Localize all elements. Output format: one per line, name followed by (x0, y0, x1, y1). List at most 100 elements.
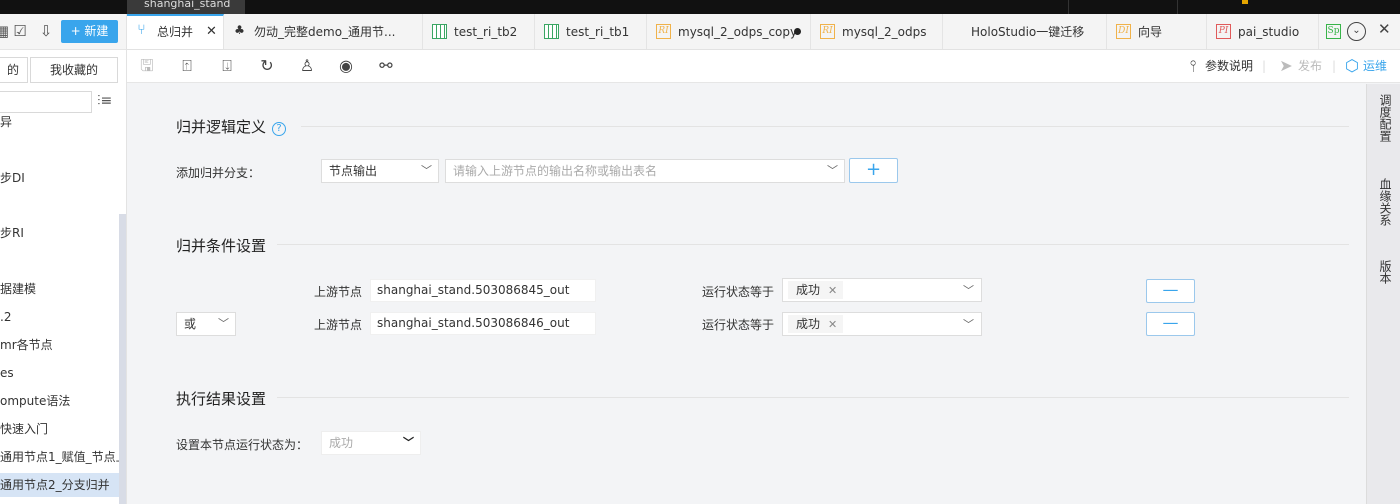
table-icon (544, 24, 559, 39)
chevron-down-icon: ﹀ (218, 317, 229, 330)
tab-favorites[interactable]: 我收藏的 (30, 57, 118, 83)
toolbar-divider: | (1332, 59, 1337, 73)
tree-item[interactable]: 步RI (0, 221, 120, 245)
tab-test-ri-tb1[interactable]: test_ri_tb1 (535, 14, 647, 49)
input-placeholder: 请输入上游节点的输出名称或输出表名 (453, 164, 658, 178)
result-status-select[interactable]: 成功 ﹀ (321, 431, 421, 455)
select-value: 或 (184, 317, 197, 331)
graph-icon[interactable]: ⚯ (377, 57, 395, 75)
divider (301, 126, 1349, 127)
ops-button[interactable]: 运维 (1363, 50, 1387, 83)
publish-button[interactable]: 发布 (1298, 50, 1322, 83)
status-label: 运行状态等于 (702, 318, 775, 332)
sp-icon: Sp (1326, 24, 1341, 39)
tab-label: 向导 (1138, 25, 1163, 39)
add-branch-button[interactable]: + (849, 158, 898, 183)
tab-label: pai_studio (1238, 25, 1300, 39)
tab-mine[interactable]: 的 (0, 57, 28, 83)
status-tag: 成功 ✕ (788, 315, 844, 333)
status-tag-text: 成功 (796, 283, 821, 297)
chevron-down-icon: ﹀ (421, 164, 432, 177)
tab-holostudio[interactable]: HoloStudio一键迁移 (943, 14, 1107, 49)
top-bar: shanghai_stand (0, 0, 1400, 14)
remove-condition-button[interactable]: — (1146, 312, 1195, 336)
select-value: 节点输出 (329, 164, 378, 178)
right-rail: 调度配置 血缘关系 版本 (1366, 84, 1400, 504)
pi-icon: PI (1216, 24, 1231, 39)
tab-mysql-2-odps[interactable]: RI mysql_2_odps (811, 14, 943, 49)
close-all-icon[interactable]: ✕ (1378, 20, 1391, 38)
eye-icon[interactable]: ◉ (337, 57, 355, 75)
status-select[interactable]: 成功 ✕ ﹀ (782, 312, 982, 336)
result-label: 设置本节点运行状态为： (176, 438, 309, 452)
tab-label: HoloStudio一键迁移 (971, 25, 1085, 39)
tab-label: 总归并 (157, 25, 194, 39)
tree-item[interactable]: mr各节点 (0, 333, 120, 357)
save-icon[interactable]: 🖫 (138, 57, 156, 75)
chevron-down-icon: ﹀ (963, 284, 974, 297)
branch-type-select[interactable]: 节点输出 ﹀ (321, 159, 439, 183)
tree-item[interactable]: 快速入门 (0, 417, 120, 441)
divider (277, 397, 1349, 398)
stamp-icon[interactable]: ♙ (298, 57, 316, 75)
tab-mysql-2-odps-copy[interactable]: RI mysql_2_odps_copy (647, 14, 811, 49)
branch-label: 添加归并分支： (176, 166, 261, 180)
tree-item[interactable]: 异 (0, 110, 120, 134)
download-icon[interactable]: ⍗ (218, 57, 236, 75)
params-button[interactable]: 参数说明 (1205, 50, 1253, 83)
left-sidebar: ▦ ☑ ⇩ + 新建 的 我收藏的 ⫶≡ 异 步DI 步RI 据建模 .2 mr… (0, 14, 127, 504)
rail-lineage[interactable]: 血缘关系 (1376, 178, 1392, 226)
status-select[interactable]: 成功 ✕ ﹀ (782, 278, 982, 302)
sidebar-tabs: 的 我收藏的 (0, 57, 126, 83)
import-icon[interactable]: ⇩ (38, 23, 54, 39)
section-title-text: 归并逻辑定义 (176, 118, 267, 136)
tree-item[interactable]: .2 (0, 305, 120, 329)
tree-item-selected[interactable]: 通用节点2_分支归并 (0, 473, 120, 497)
tab-pai-studio[interactable]: PI pai_studio (1207, 14, 1319, 49)
unsaved-dot-icon (794, 28, 801, 35)
top-bar-box (1068, 0, 1178, 14)
project-tab[interactable]: shanghai_stand (127, 0, 245, 14)
tree-item[interactable]: ompute语法 (0, 389, 120, 413)
new-button[interactable]: + 新建 (61, 20, 118, 43)
chevron-down-icon[interactable]: ⌄ (1347, 22, 1366, 41)
filter-icon[interactable]: ⫶≡ (97, 92, 115, 110)
grid-icon[interactable]: ▦ (0, 23, 10, 39)
status-tag-text: 成功 (796, 317, 821, 331)
tree-item[interactable]: 据建模 (0, 277, 120, 301)
editor-toolbar: 🖫 ⍐ ⍗ ↻ ♙ ◉ ⚯ ⫯ 参数说明 | ➤ 发布 | ⬡ 运维 (127, 50, 1400, 83)
top-bar-indicator (1242, 0, 1248, 4)
tab-demo[interactable]: ♣ 勿动_完整demo_通用节... (224, 14, 423, 49)
tab-label: test_ri_tb2 (454, 25, 518, 39)
rail-version[interactable]: 版本 (1376, 260, 1392, 284)
tree-item[interactable]: es (0, 361, 120, 385)
ri-icon: RI (656, 24, 671, 39)
ri-icon: RI (820, 24, 835, 39)
sidebar-scrollbar[interactable] (119, 214, 126, 504)
remove-condition-button[interactable]: — (1146, 279, 1195, 303)
params-icon: ⫯ (1189, 56, 1197, 75)
branch-name-input[interactable]: 请输入上游节点的输出名称或输出表名 ﹀ (445, 159, 845, 183)
tab-test-ri-tb2[interactable]: test_ri_tb2 (423, 14, 535, 49)
tree-item[interactable]: 步DI (0, 166, 120, 190)
tab-wizard[interactable]: DI 向导 (1107, 14, 1207, 49)
status-tag: 成功 ✕ (788, 281, 844, 299)
tab-merge[interactable]: ⑂ 总归并 ✕ (127, 14, 224, 49)
help-icon[interactable]: ? (272, 122, 287, 136)
tree-item[interactable]: 通用节点1_赋值_节点上 (0, 445, 120, 469)
logic-select[interactable]: 或 ﹀ (176, 312, 236, 336)
rail-schedule-config[interactable]: 调度配置 (1376, 94, 1392, 142)
tab-sp[interactable]: Sp (1319, 14, 1341, 49)
tag-close-icon[interactable]: ✕ (828, 318, 837, 331)
di-icon: DI (1116, 24, 1131, 39)
close-icon[interactable]: ✕ (206, 16, 217, 48)
upstream-node-input[interactable]: shanghai_stand.503086845_out (370, 279, 596, 302)
select-value: 成功 (329, 436, 354, 450)
submit-icon[interactable]: ⍐ (178, 57, 196, 75)
upstream-node-input[interactable]: shanghai_stand.503086846_out (370, 312, 596, 335)
section-title: 归并条件设置 (176, 237, 267, 255)
tag-close-icon[interactable]: ✕ (828, 284, 837, 297)
refresh-icon[interactable]: ↻ (258, 57, 276, 75)
merge-icon: ⑂ (137, 22, 146, 38)
checklist-icon[interactable]: ☑ (12, 23, 28, 39)
